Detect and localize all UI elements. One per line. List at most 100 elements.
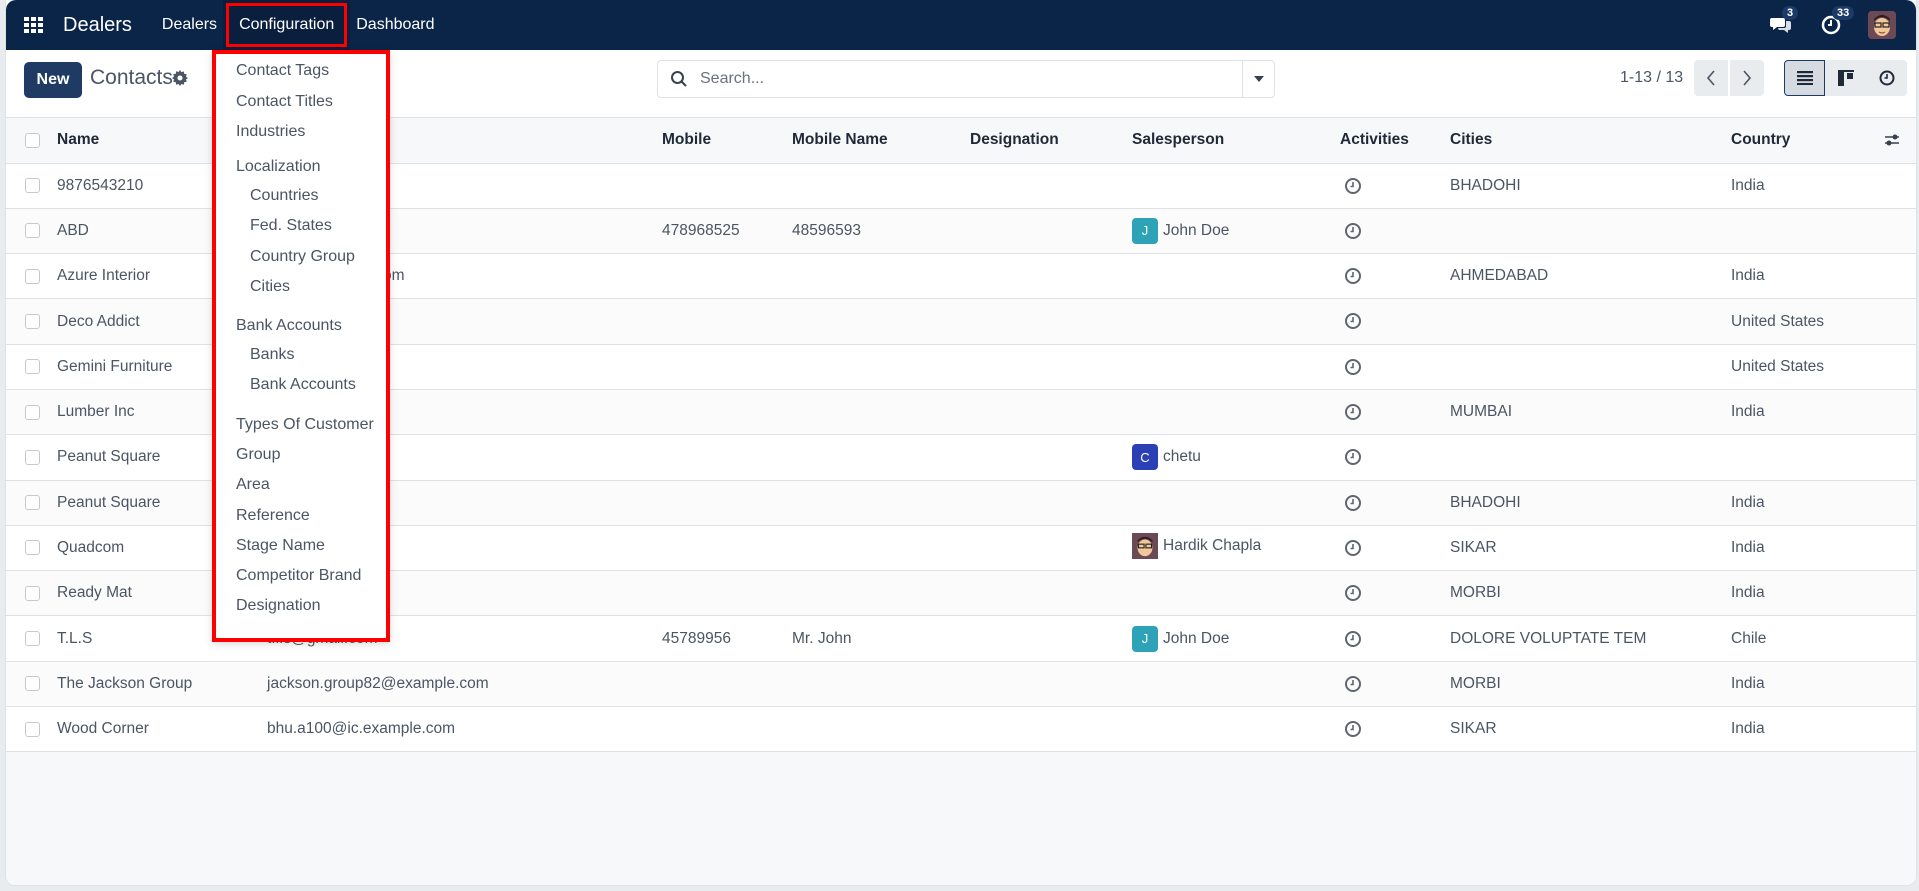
optional-columns-toggle-icon[interactable] (1882, 130, 1902, 150)
user-avatar[interactable] (1868, 11, 1896, 39)
activity-view-button[interactable] (1866, 60, 1907, 96)
cell-activities (1340, 706, 1450, 753)
menu-item-reference[interactable]: Reference (236, 507, 310, 525)
menu-item-stage-name[interactable]: Stage Name (236, 537, 325, 555)
row-checkbox[interactable] (25, 721, 40, 737)
salesperson-name: John Doe (1163, 629, 1230, 647)
pager-next-button[interactable] (1730, 60, 1764, 96)
menu-item-country-group[interactable]: Country Group (250, 248, 355, 266)
cell-name: Wood Corner (57, 706, 267, 753)
table-row[interactable]: The Jackson Group jackson.group82@example… (6, 661, 1916, 708)
nav-configuration[interactable]: Configuration (223, 0, 351, 50)
menu-item-contact-titles[interactable]: Contact Titles (236, 93, 333, 111)
activity-clock-icon[interactable] (1344, 222, 1362, 240)
salesperson[interactable]: J John Doe (1132, 217, 1229, 244)
row-checkbox[interactable] (25, 631, 40, 647)
menu-item-industries[interactable]: Industries (236, 123, 305, 141)
search-options-toggle[interactable] (1242, 61, 1274, 97)
salesperson[interactable]: J John Doe (1132, 625, 1230, 652)
cell-activities (1340, 525, 1450, 572)
salesperson[interactable]: Cchetu (1132, 444, 1201, 471)
column-header-mobile-name[interactable]: Mobile Name (792, 118, 970, 164)
cell-country (1731, 434, 1916, 481)
column-header-activities[interactable]: Activities (1340, 118, 1450, 164)
row-checkbox[interactable] (25, 404, 40, 420)
menu-item-banks[interactable]: Banks (250, 346, 294, 364)
menu-item-group[interactable]: Group (236, 446, 280, 464)
cell-designation (970, 706, 1132, 753)
column-header-designation[interactable]: Designation (970, 118, 1132, 164)
activity-clock-icon[interactable] (1344, 630, 1362, 648)
menu-item-bank-accounts[interactable]: Bank Accounts (250, 376, 356, 394)
row-checkbox[interactable] (25, 676, 40, 692)
activity-clock-icon[interactable] (1344, 494, 1362, 512)
cell-salesperson (1132, 706, 1340, 753)
pager-previous-button[interactable] (1694, 60, 1728, 96)
salesperson[interactable]: Hardik Chapla (1132, 532, 1261, 559)
messages-button[interactable]: 3 (1768, 6, 1799, 38)
activity-clock-icon[interactable] (1344, 267, 1362, 285)
column-header-country[interactable]: Country (1731, 118, 1916, 164)
cell-activities (1340, 208, 1450, 255)
menu-item-types-of-customer[interactable]: Types Of Customer (236, 416, 374, 434)
row-checkbox[interactable] (25, 268, 40, 284)
cell-salesperson (1132, 661, 1340, 708)
activity-clock-icon[interactable] (1344, 720, 1362, 738)
row-checkbox[interactable] (25, 449, 40, 465)
apps-menu-icon[interactable] (24, 17, 44, 33)
menu-item-competitor-brand[interactable]: Competitor Brand (236, 567, 361, 585)
kanban-view-button[interactable] (1825, 60, 1866, 96)
cell-city (1450, 434, 1731, 481)
activities-badge: 33 (1832, 6, 1855, 20)
row-checkbox[interactable] (25, 540, 40, 556)
app-window: Dealers Dealers Configuration Dashboard … (5, 0, 1917, 886)
select-all-checkbox[interactable] (25, 132, 40, 148)
cell-mobile (662, 298, 792, 345)
app-brand[interactable]: Dealers (63, 14, 132, 37)
cell-city: MUMBAI (1450, 389, 1731, 436)
row-checkbox[interactable] (25, 313, 40, 329)
row-checkbox[interactable] (25, 585, 40, 601)
column-header-country-label: Country (1731, 131, 1791, 149)
cell-mobile: 45789956 (662, 615, 792, 662)
menu-item-area[interactable]: Area (236, 476, 270, 494)
gear-icon[interactable] (172, 70, 188, 86)
menu-item-designation[interactable]: Designation (236, 597, 321, 615)
activity-clock-icon[interactable] (1344, 177, 1362, 195)
activity-clock-icon[interactable] (1344, 584, 1362, 602)
column-header-salesperson[interactable]: Salesperson (1132, 118, 1340, 164)
menu-item-contact-tags[interactable]: Contact Tags (236, 62, 329, 80)
activity-clock-icon[interactable] (1344, 358, 1362, 376)
activity-clock-icon[interactable] (1344, 539, 1362, 557)
cell-activities (1340, 253, 1450, 300)
search-input[interactable] (700, 70, 1242, 88)
cell-city: AHMEDABAD (1450, 253, 1731, 300)
menu-item-countries[interactable]: Countries (250, 187, 318, 205)
activity-clock-icon[interactable] (1344, 448, 1362, 466)
table-row[interactable]: Wood Corner bhu.a100@ic.example.com SIKAR I… (6, 706, 1916, 753)
menu-item-fed-states[interactable]: Fed. States (250, 217, 332, 235)
cell-designation (970, 480, 1132, 526)
chevron-right-icon (1743, 70, 1752, 86)
pager-nav (1694, 60, 1764, 96)
column-header-mobile[interactable]: Mobile (662, 118, 792, 164)
cell-activities (1340, 344, 1450, 390)
row-checkbox[interactable] (25, 495, 40, 511)
activity-clock-icon[interactable] (1344, 675, 1362, 693)
nav-dashboard[interactable]: Dashboard (346, 0, 444, 50)
activity-clock-icon[interactable] (1344, 403, 1362, 421)
pager-value[interactable]: 1-13 / 13 (1620, 69, 1683, 87)
cell-country: United States (1731, 298, 1916, 345)
activities-button[interactable]: 33 (1818, 6, 1855, 38)
row-checkbox[interactable] (25, 178, 40, 194)
cell-designation (970, 298, 1132, 345)
row-checkbox[interactable] (25, 223, 40, 239)
column-header-cities[interactable]: Cities (1450, 118, 1731, 164)
nav-dealers[interactable]: Dealers (152, 0, 227, 50)
list-view-button[interactable] (1784, 60, 1825, 96)
activity-clock-icon[interactable] (1344, 312, 1362, 330)
cell-activities (1340, 615, 1450, 662)
row-checkbox[interactable] (25, 359, 40, 375)
new-button[interactable]: New (24, 62, 82, 98)
menu-item-cities[interactable]: Cities (250, 278, 290, 296)
